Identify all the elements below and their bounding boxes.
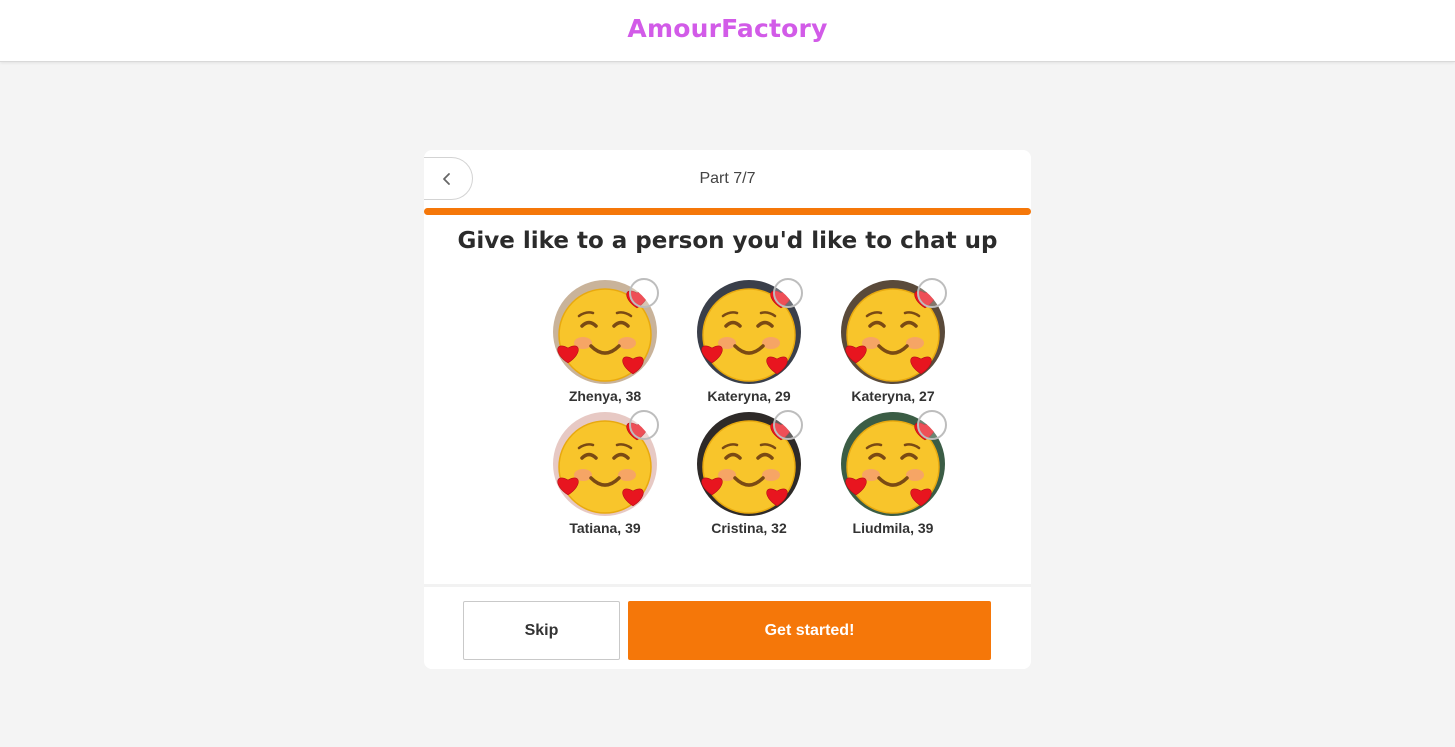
person-card[interactable]: Kateryna, 29 [677,278,821,404]
avatar-wrap [553,278,659,384]
avatar-wrap [841,278,947,384]
avatar-wrap [841,410,947,516]
like-checkbox[interactable] [773,278,803,308]
progress-bar [424,208,1031,215]
like-checkbox[interactable] [773,410,803,440]
get-started-button[interactable]: Get started! [628,601,991,660]
like-checkbox[interactable] [917,278,947,308]
like-checkbox[interactable] [629,278,659,308]
person-name: Kateryna, 27 [851,388,935,404]
skip-button[interactable]: Skip [463,601,620,660]
part-indicator: Part 7/7 [699,170,756,187]
people-grid: Zhenya, 38 Kateryna, 29 Kateryna, 27 Tat… [533,278,947,536]
quiz-footer: Skip Get started! [424,584,1031,669]
person-card[interactable]: Liudmila, 39 [821,410,965,536]
site-logo[interactable]: AmourFactory [627,14,827,43]
avatar-wrap [553,410,659,516]
quiz-title: Give like to a person you'd like to chat… [457,228,998,254]
like-checkbox[interactable] [629,410,659,440]
person-card[interactable]: Kateryna, 27 [821,278,965,404]
quiz-header: Part 7/7 [424,150,1031,208]
top-bar: AmourFactory [0,0,1455,62]
person-name: Kateryna, 29 [707,388,791,404]
person-name: Zhenya, 38 [568,388,642,404]
person-name: Liudmila, 39 [852,520,934,536]
avatar-wrap [697,410,803,516]
person-card[interactable]: Zhenya, 38 [533,278,677,404]
back-button[interactable] [424,157,473,200]
progress-fill [424,208,1031,215]
person-card[interactable]: Tatiana, 39 [533,410,677,536]
quiz-card: Part 7/7 Give like to a person you'd lik… [424,150,1031,669]
chevron-left-icon [443,172,450,185]
person-card[interactable]: Cristina, 32 [677,410,821,536]
person-name: Tatiana, 39 [569,520,641,536]
like-checkbox[interactable] [917,410,947,440]
avatar-wrap [697,278,803,384]
person-name: Cristina, 32 [711,520,787,536]
